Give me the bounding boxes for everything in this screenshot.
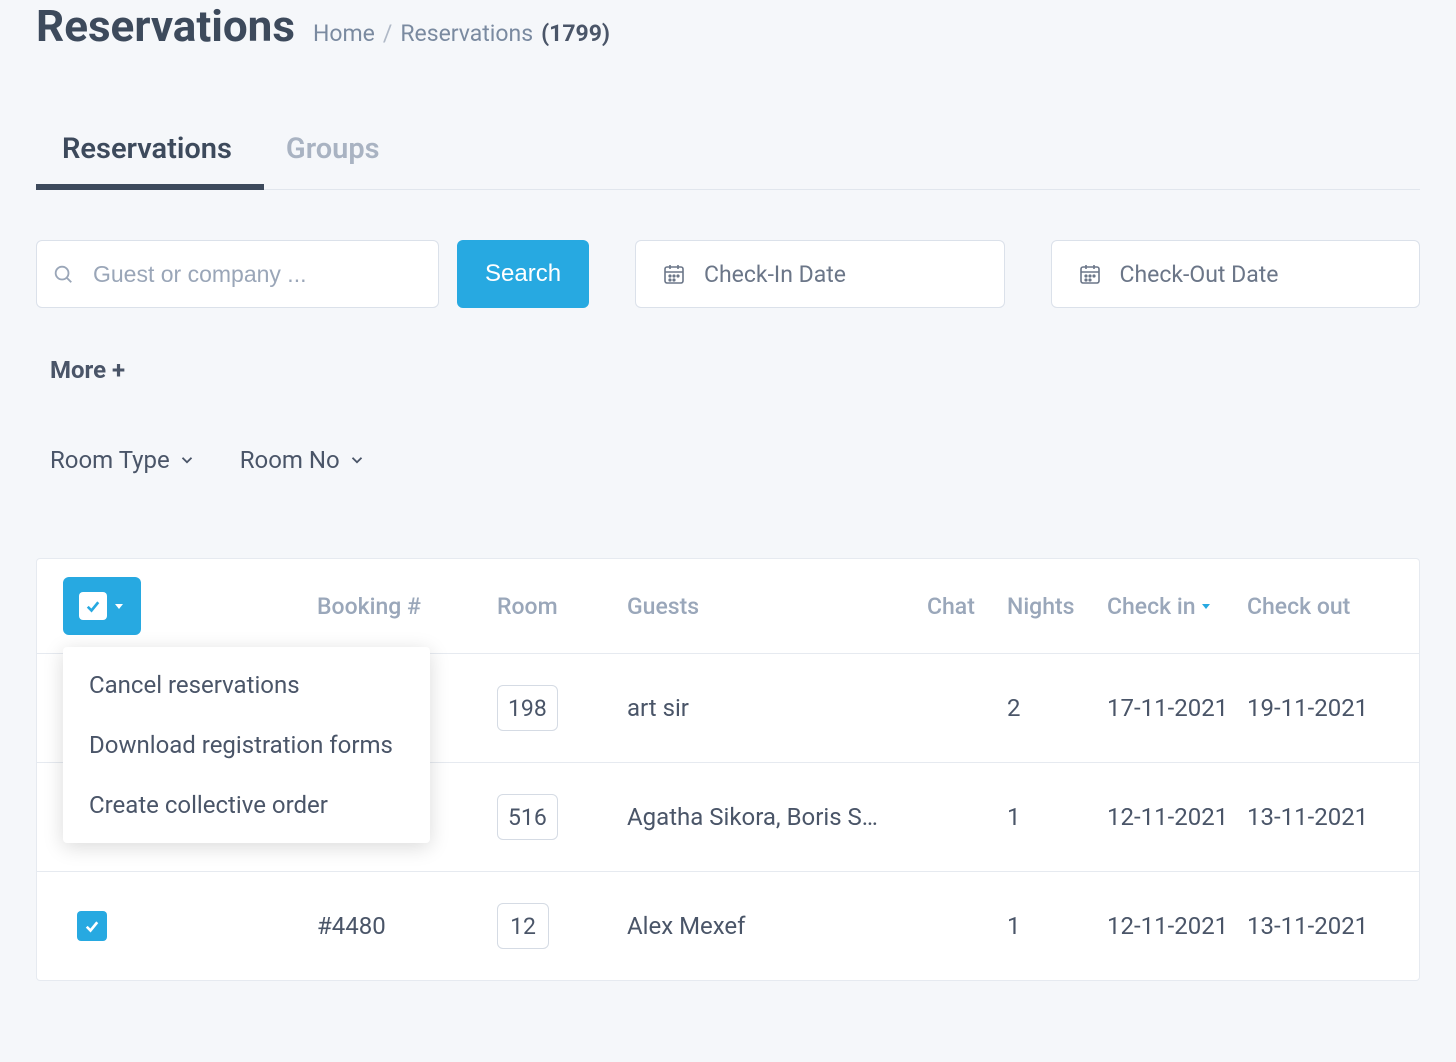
- cell-room[interactable]: 198: [497, 685, 558, 731]
- check-icon: [83, 917, 101, 935]
- calendar-icon: [662, 262, 686, 286]
- tabs: Reservations Groups: [36, 132, 1420, 190]
- tab-groups[interactable]: Groups: [286, 132, 380, 189]
- cell-check-in: 17-11-2021: [1107, 694, 1247, 722]
- row-checkbox[interactable]: [77, 911, 107, 941]
- cell-check-out: 19-11-2021: [1247, 694, 1387, 722]
- breadcrumb-count: (1799): [541, 20, 610, 47]
- table-row[interactable]: #4480 12 Alex Mexef 1 12-11-2021 13-11-2…: [37, 871, 1419, 980]
- room-no-label: Room No: [240, 446, 340, 474]
- breadcrumb: Home / Reservations (1799): [313, 20, 610, 47]
- table-header-row: Booking # Room Guests Chat Nights Check …: [37, 559, 1419, 653]
- chevron-down-icon: [348, 451, 366, 469]
- col-header-nights[interactable]: Nights: [1007, 593, 1107, 620]
- col-header-chat[interactable]: Chat: [927, 593, 1007, 620]
- room-no-dropdown[interactable]: Room No: [240, 446, 366, 474]
- col-header-booking[interactable]: Booking #: [317, 593, 497, 620]
- col-header-room[interactable]: Room: [497, 593, 627, 620]
- cell-nights: 2: [1007, 694, 1107, 722]
- room-type-dropdown[interactable]: Room Type: [50, 446, 196, 474]
- check-in-header-label: Check in: [1107, 593, 1196, 620]
- cell-check-in: 12-11-2021: [1107, 803, 1247, 831]
- check-out-date-filter[interactable]: Check-Out Date: [1051, 240, 1420, 308]
- sort-desc-icon: [1200, 600, 1212, 612]
- cell-room[interactable]: 516: [497, 794, 558, 840]
- col-header-check-in[interactable]: Check in: [1107, 593, 1247, 620]
- cell-guests: Alex Mexef: [627, 912, 927, 940]
- cell-booking: #4480: [317, 912, 497, 940]
- col-header-guests[interactable]: Guests: [627, 593, 927, 620]
- tab-reservations[interactable]: Reservations: [62, 132, 232, 189]
- filter-row: Search Check-In Date: [36, 240, 1420, 308]
- search-button[interactable]: Search: [457, 240, 589, 308]
- bulk-cancel-reservations[interactable]: Cancel reservations: [63, 655, 430, 715]
- breadcrumb-home[interactable]: Home: [313, 20, 375, 47]
- select-all-button[interactable]: [63, 577, 141, 635]
- bulk-create-collective-order[interactable]: Create collective order: [63, 775, 430, 835]
- room-type-label: Room Type: [50, 446, 170, 474]
- cell-nights: 1: [1007, 803, 1107, 831]
- cell-check-in: 12-11-2021: [1107, 912, 1247, 940]
- cell-nights: 1: [1007, 912, 1107, 940]
- calendar-icon: [1078, 262, 1102, 286]
- check-out-date-label: Check-Out Date: [1120, 261, 1279, 288]
- search-input[interactable]: [36, 240, 439, 308]
- cell-check-out: 13-11-2021: [1247, 912, 1387, 940]
- breadcrumb-current: Reservations: [400, 20, 533, 47]
- check-icon: [79, 592, 107, 620]
- breadcrumb-separator: /: [383, 20, 393, 47]
- check-in-date-filter[interactable]: Check-In Date: [635, 240, 1004, 308]
- chevron-down-icon: [178, 451, 196, 469]
- col-header-check-out[interactable]: Check out: [1247, 593, 1387, 620]
- bulk-download-registration-forms[interactable]: Download registration forms: [63, 715, 430, 775]
- cell-guests: Agatha Sikora, Boris S…: [627, 803, 927, 831]
- check-in-date-label: Check-In Date: [704, 261, 846, 288]
- page-title: Reservations: [36, 0, 295, 52]
- page-header: Reservations Home / Reservations (1799): [36, 0, 1420, 52]
- dropdown-row: Room Type Room No: [36, 446, 1420, 474]
- cell-guests: art sir: [627, 694, 927, 722]
- more-filters-toggle[interactable]: More +: [36, 356, 1420, 384]
- cell-room[interactable]: 12: [497, 903, 549, 949]
- cell-check-out: 13-11-2021: [1247, 803, 1387, 831]
- reservations-table: Booking # Room Guests Chat Nights Check …: [36, 558, 1420, 981]
- bulk-actions-menu: Cancel reservations Download registratio…: [63, 647, 430, 843]
- caret-down-icon: [113, 600, 125, 612]
- search-wrapper: [36, 240, 439, 308]
